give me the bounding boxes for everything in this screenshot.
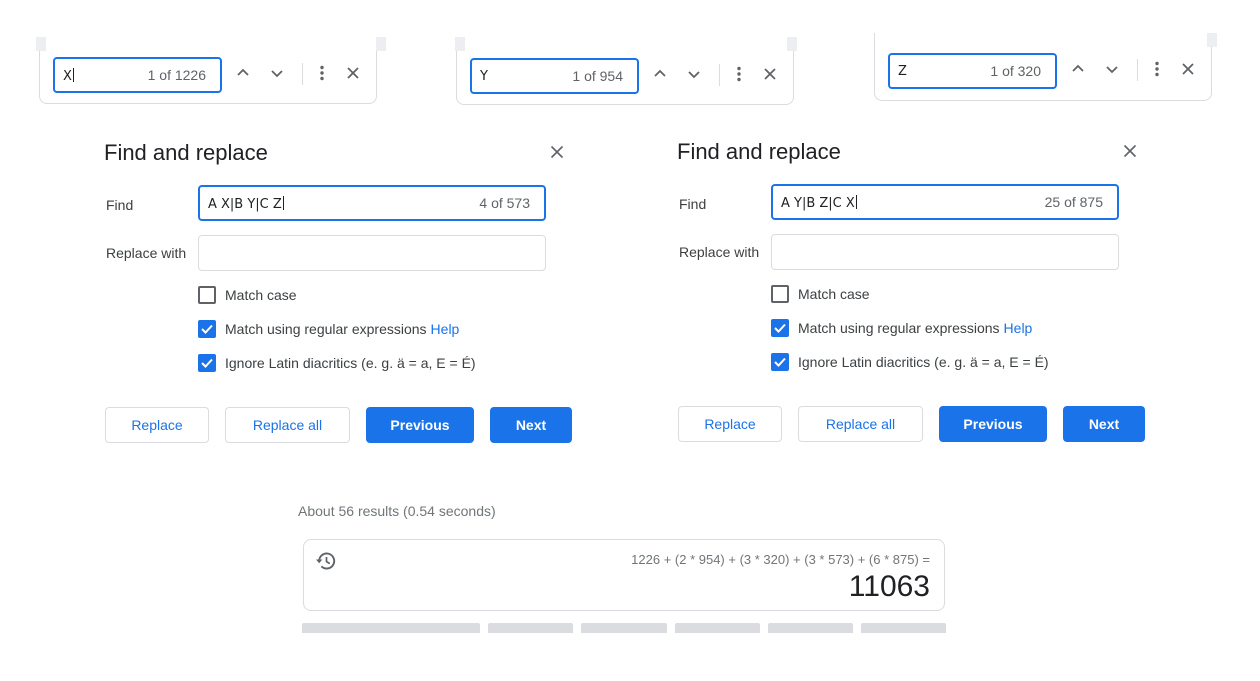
match-case-label: Match case <box>225 287 297 303</box>
match-case-option[interactable]: Match case <box>198 286 297 304</box>
replace-with-label: Replace with <box>106 245 187 261</box>
find-bar-separator <box>302 63 303 85</box>
find-bar-count: 1 of 320 <box>990 63 1041 79</box>
replace-all-button[interactable]: Replace all <box>798 406 923 442</box>
find-value: A X|B Y|C Z <box>208 196 284 212</box>
find-bar-input[interactable]: X 1 of 1226 <box>53 57 222 93</box>
find-bar-query: X <box>63 68 74 84</box>
match-case-label: Match case <box>798 286 870 302</box>
results-stats: About 56 results (0.54 seconds) <box>298 503 496 519</box>
close-icon[interactable] <box>758 62 782 86</box>
checkmark-icon <box>201 358 213 368</box>
help-link[interactable]: Help <box>431 321 460 337</box>
regex-checkbox[interactable] <box>771 319 789 337</box>
find-bar-2: Y 1 of 954 <box>455 37 797 105</box>
find-bar-3: Z 1 of 320 <box>874 33 1217 101</box>
replace-input[interactable] <box>771 234 1119 270</box>
match-case-checkbox[interactable] <box>198 286 216 304</box>
replace-input[interactable] <box>198 235 546 271</box>
find-count: 4 of 573 <box>479 195 530 211</box>
find-count: 25 of 875 <box>1044 194 1103 210</box>
find-value: A Y|B Z|C X <box>781 195 857 211</box>
more-vert-icon[interactable] <box>1145 57 1169 81</box>
chevron-up-icon[interactable] <box>1066 57 1090 81</box>
previous-button[interactable]: Previous <box>939 406 1047 442</box>
calculator-key[interactable] <box>302 623 480 633</box>
find-bar-edge <box>376 37 386 51</box>
find-bar-input[interactable]: Y 1 of 954 <box>470 58 639 94</box>
replace-button[interactable]: Replace <box>678 406 782 442</box>
chevron-down-icon[interactable] <box>1100 57 1124 81</box>
diacritics-checkbox[interactable] <box>771 353 789 371</box>
help-link[interactable]: Help <box>1004 320 1033 336</box>
replace-with-label: Replace with <box>679 244 760 260</box>
find-input[interactable]: A Y|B Z|C X 25 of 875 <box>771 184 1119 220</box>
regex-label: Match using regular expressions <box>225 321 427 337</box>
find-label: Find <box>106 197 134 213</box>
dialog-title: Find and replace <box>104 140 268 165</box>
replace-button[interactable]: Replace <box>105 407 209 443</box>
replace-all-button[interactable]: Replace all <box>225 407 350 443</box>
find-bar-query: Y <box>480 69 488 84</box>
diacritics-option[interactable]: Ignore Latin diacritics (e. g. ä = a, E … <box>771 353 1049 371</box>
chevron-up-icon[interactable] <box>648 62 672 86</box>
regex-checkbox[interactable] <box>198 320 216 338</box>
find-bar-count: 1 of 954 <box>572 68 623 84</box>
close-icon[interactable] <box>547 142 567 162</box>
match-case-option[interactable]: Match case <box>771 285 870 303</box>
regex-option[interactable]: Match using regular expressions Help <box>771 319 1032 337</box>
checkmark-icon <box>201 324 213 334</box>
calculator-key[interactable] <box>581 623 667 633</box>
find-bar-edge <box>455 37 465 51</box>
close-icon[interactable] <box>1176 57 1200 81</box>
next-button[interactable]: Next <box>1063 406 1145 442</box>
close-icon[interactable] <box>1120 141 1140 161</box>
regex-label: Match using regular expressions <box>798 320 1000 336</box>
find-replace-dialog-1: Find and replace Find A X|B Y|C Z 4 of 5… <box>104 140 584 470</box>
dialog-title: Find and replace <box>677 139 841 164</box>
find-input[interactable]: A X|B Y|C Z 4 of 573 <box>198 185 546 221</box>
close-icon[interactable] <box>341 61 365 85</box>
calculator-key[interactable] <box>488 623 573 633</box>
calculator-key[interactable] <box>861 623 946 633</box>
calculator-key[interactable] <box>768 623 853 633</box>
diacritics-checkbox[interactable] <box>198 354 216 372</box>
find-label: Find <box>679 196 707 212</box>
find-bar-edge <box>36 37 46 51</box>
match-case-checkbox[interactable] <box>771 285 789 303</box>
next-button[interactable]: Next <box>490 407 572 443</box>
diacritics-option[interactable]: Ignore Latin diacritics (e. g. ä = a, E … <box>198 354 476 372</box>
calculator-display: 1226 + (2 * 954) + (3 * 320) + (3 * 573)… <box>303 539 945 611</box>
find-replace-dialog-2: Find and replace Find A Y|B Z|C X 25 of … <box>677 139 1157 469</box>
regex-option[interactable]: Match using regular expressions Help <box>198 320 459 338</box>
find-bar-query: Z <box>898 64 907 79</box>
history-icon[interactable] <box>315 551 337 576</box>
chevron-down-icon[interactable] <box>265 61 289 85</box>
calculator-result: 11063 <box>848 570 930 603</box>
find-bar-input[interactable]: Z 1 of 320 <box>888 53 1057 89</box>
find-bar-separator <box>1137 59 1138 81</box>
diacritics-label: Ignore Latin diacritics (e. g. ä = a, E … <box>798 354 1049 370</box>
diacritics-label: Ignore Latin diacritics (e. g. ä = a, E … <box>225 355 476 371</box>
previous-button[interactable]: Previous <box>366 407 474 443</box>
find-bar-separator <box>719 64 720 86</box>
find-bar-edge <box>787 37 797 51</box>
chevron-down-icon[interactable] <box>682 62 706 86</box>
calculator-key[interactable] <box>675 623 760 633</box>
more-vert-icon[interactable] <box>310 61 334 85</box>
find-bar-1: X 1 of 1226 <box>36 37 386 104</box>
more-vert-icon[interactable] <box>727 62 751 86</box>
find-bar-count: 1 of 1226 <box>147 67 206 83</box>
checkmark-icon <box>774 323 786 333</box>
chevron-up-icon[interactable] <box>231 61 255 85</box>
find-bar-edge <box>1207 33 1217 47</box>
calculator-expression: 1226 + (2 * 954) + (3 * 320) + (3 * 573)… <box>631 552 930 567</box>
checkmark-icon <box>774 357 786 367</box>
